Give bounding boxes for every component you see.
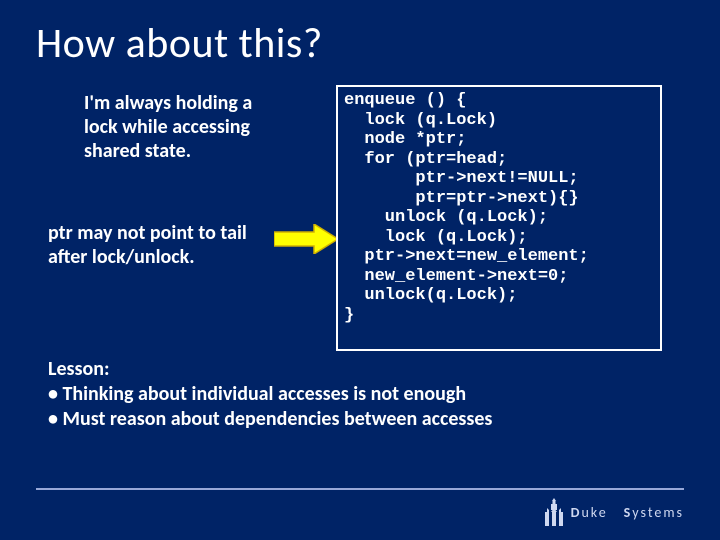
code-box: enqueue () { lock (q.Lock) node *ptr; fo… (336, 85, 662, 351)
commentary-ptr-stale: ptr may not point to tail after lock/unl… (48, 221, 278, 269)
arrow-icon (274, 224, 338, 254)
code-listing: enqueue () { lock (q.Lock) node *ptr; fo… (344, 91, 654, 326)
slide: How about this? I'm always holding a loc… (0, 0, 720, 540)
footer-brand-text: Duke Systems (571, 504, 684, 521)
lesson-heading: Lesson: (48, 357, 109, 381)
slide-title: How about this? (36, 18, 684, 69)
footer-divider (36, 488, 684, 490)
lesson-bullet-2: • Must reason about dependencies between… (48, 407, 668, 432)
commentary-lock-holding: I'm always holding a lock while accessin… (84, 91, 274, 163)
lesson-bullet-1: • Thinking about individual accesses is … (48, 382, 668, 407)
chapel-icon (543, 498, 565, 526)
footer-logo: Duke Systems (543, 498, 684, 526)
lesson-block: Lesson: • Thinking about individual acce… (48, 357, 668, 432)
